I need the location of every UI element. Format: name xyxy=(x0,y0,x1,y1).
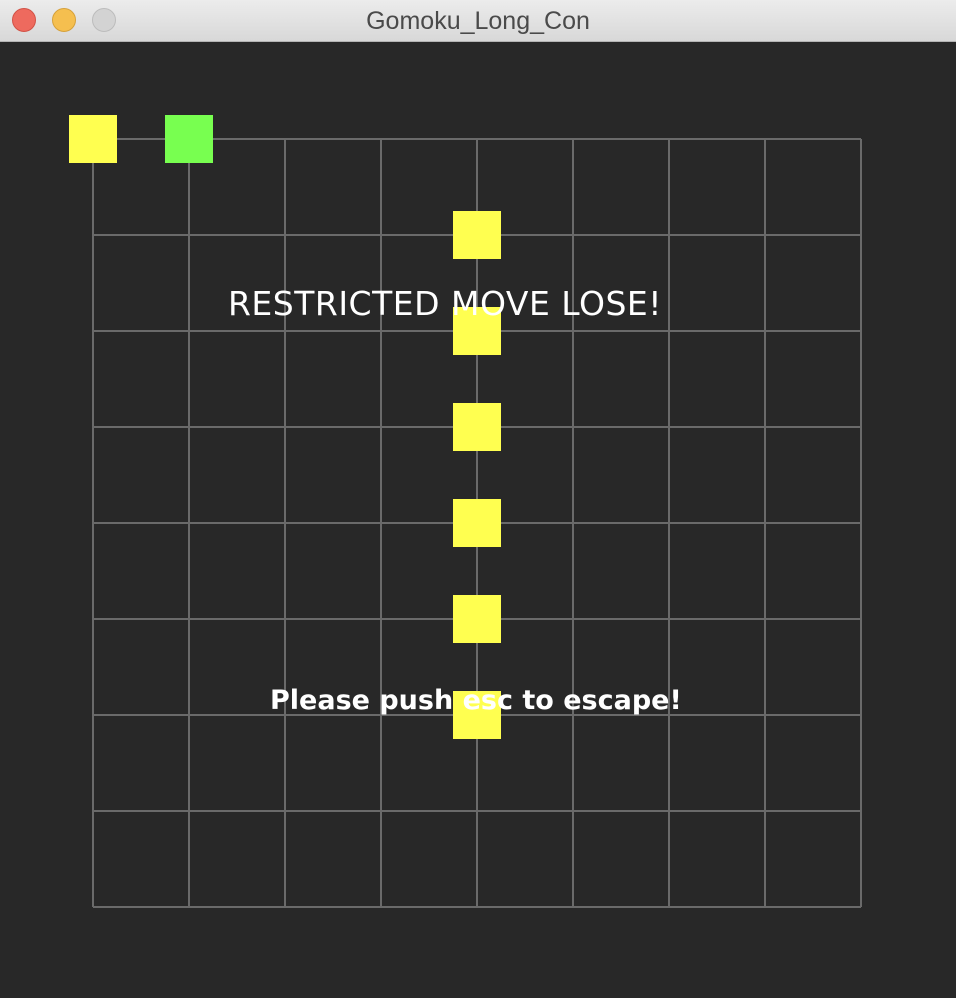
board-stone xyxy=(453,595,501,643)
board-stone xyxy=(69,115,117,163)
escape-hint-message: Please push esc to escape! xyxy=(270,685,682,716)
board-stone xyxy=(165,115,213,163)
result-message: RESTRICTED MOVE LOSE! xyxy=(228,284,662,323)
title-bar[interactable]: Gomoku_Long_Con xyxy=(0,0,956,42)
window-title: Gomoku_Long_Con xyxy=(366,7,590,35)
game-canvas[interactable]: RESTRICTED MOVE LOSE! Please push esc to… xyxy=(0,42,956,998)
board-stone xyxy=(453,211,501,259)
board-stone xyxy=(453,499,501,547)
board-stone xyxy=(453,403,501,451)
gomoku-board[interactable] xyxy=(0,42,956,998)
game-window: Gomoku_Long_Con RESTRICTED MOVE LOSE! Pl… xyxy=(0,0,956,998)
